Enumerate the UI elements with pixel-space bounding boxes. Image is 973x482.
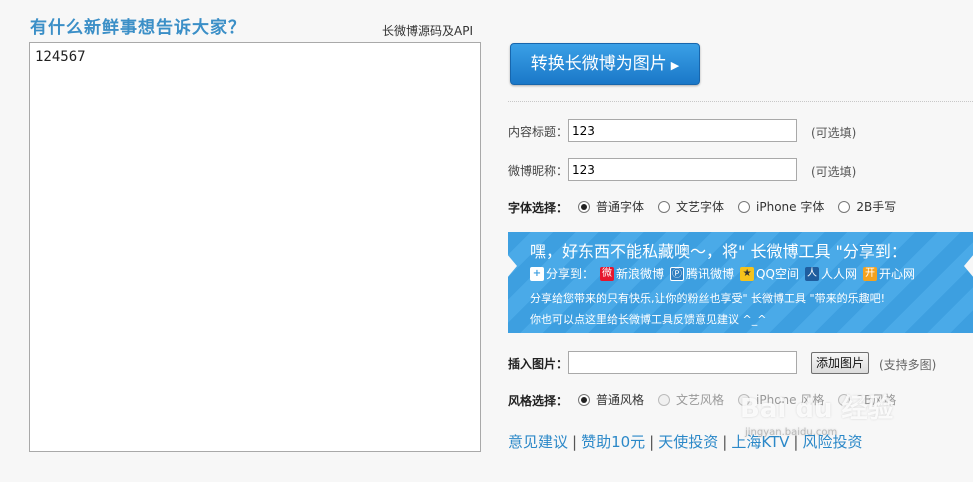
- plus-icon: +: [530, 266, 544, 281]
- radio-checked-icon: [578, 393, 590, 406]
- style-radio-group: 普通风格 文艺风格 iPhone 风格 2B风格: [578, 391, 910, 408]
- banner-notch: [964, 254, 973, 278]
- share-label: 分享到：: [546, 267, 595, 281]
- share-kaixin[interactable]: 开开心网: [862, 265, 915, 282]
- qzone-star-icon: ★: [740, 266, 755, 281]
- title-label: 内容标题：: [508, 125, 569, 139]
- font-option-literary[interactable]: 文艺字体: [658, 198, 724, 215]
- font-select-label: 字体选择：: [508, 201, 569, 215]
- link-separator: |: [649, 433, 655, 451]
- sina-weibo-icon: 微: [600, 266, 615, 281]
- radio-icon: [738, 393, 751, 406]
- divider: [508, 101, 973, 102]
- title-input[interactable]: [568, 119, 797, 142]
- add-image-button[interactable]: 添加图片: [811, 352, 870, 374]
- link-separator: |: [722, 433, 728, 451]
- footer-link-venture[interactable]: 风险投资: [802, 433, 862, 451]
- share-row: + 分享到： 微新浪微博 Ⓟ 腾讯微博 ★ QQ空间 人人人网 开开心网: [530, 265, 921, 282]
- options-panel: 转换长微博为图片▶ 内容标题： (可选填) 微博昵称： (可选填) 字体选择： …: [508, 0, 973, 482]
- nickname-label: 微博昵称：: [508, 164, 569, 178]
- triangle-right-icon: ▶: [670, 59, 680, 72]
- nickname-input[interactable]: [568, 158, 797, 181]
- font-radio-group: 普通字体 文艺字体 iPhone 字体 2B手写: [578, 198, 910, 215]
- tencent-weibo-icon: Ⓟ: [670, 266, 685, 281]
- share-tencent-weibo[interactable]: Ⓟ 腾讯微博: [670, 265, 734, 282]
- style-option-literary[interactable]: 文艺风格: [658, 391, 724, 408]
- radio-icon: [838, 200, 851, 213]
- feedback-link[interactable]: 你也可以点这里给长微博工具反馈意见建议 ^_^: [530, 311, 766, 327]
- compose-prompt: 有什么新鲜事想告诉大家？: [30, 18, 246, 38]
- title-optional-note: (可选填): [811, 126, 857, 140]
- font-option-normal[interactable]: 普通字体: [578, 198, 644, 215]
- radio-icon: [658, 200, 671, 213]
- weibo-content-textarea[interactable]: 124567: [29, 42, 481, 452]
- link-separator: |: [793, 433, 799, 451]
- share-banner: 嘿，好东西不能私藏噢～，将" 长微博工具 "分享到： + 分享到： 微新浪微博 …: [508, 232, 973, 333]
- nickname-optional-note: (可选填): [811, 165, 857, 179]
- image-path-input[interactable]: [568, 351, 797, 374]
- radio-icon: [838, 393, 851, 406]
- share-qzone[interactable]: ★ QQ空间: [740, 265, 799, 282]
- banner-notch: [508, 254, 517, 278]
- style-option-normal[interactable]: 普通风格: [578, 391, 644, 408]
- convert-to-image-button[interactable]: 转换长微博为图片 ▶: [510, 43, 700, 85]
- api-source-link[interactable]: 长微博源码及API: [382, 22, 473, 39]
- radio-icon: [658, 393, 671, 406]
- style-select-label: 风格选择：: [508, 394, 569, 408]
- radio-icon: [738, 200, 751, 213]
- footer-link-feedback[interactable]: 意见建议: [508, 433, 568, 451]
- insert-image-label: 插入图片：: [508, 357, 569, 371]
- footer-link-sponsor[interactable]: 赞助10元: [581, 433, 645, 451]
- font-option-2b[interactable]: 2B手写: [838, 198, 896, 215]
- banner-promo-line: 分享给您带来的只有快乐,让你的粉丝也享受" 长微博工具 "带来的乐趣吧!: [530, 292, 886, 305]
- convert-button-label: 转换长微博为图片: [530, 54, 667, 74]
- banner-title: 嘿，好东西不能私藏噢～，将" 长微博工具 "分享到：: [530, 242, 907, 261]
- footer-link-angel-invest[interactable]: 天使投资: [658, 433, 718, 451]
- radio-checked-icon: [578, 200, 590, 213]
- share-sina-weibo[interactable]: 微新浪微博: [600, 265, 664, 282]
- kaixin-icon: 开: [862, 266, 877, 281]
- share-renren[interactable]: 人人人网: [804, 265, 857, 282]
- link-separator: |: [572, 433, 578, 451]
- multi-image-note: (支持多图): [879, 358, 937, 372]
- font-option-iphone[interactable]: iPhone 字体: [738, 198, 824, 215]
- style-option-2b[interactable]: 2B风格: [838, 391, 896, 408]
- composer-panel: 有什么新鲜事想告诉大家？ 长微博源码及API 124567: [0, 0, 490, 482]
- footer-links: 意见建议 | 赞助10元 | 天使投资 | 上海KTV | 风险投资: [508, 431, 863, 452]
- footer-link-shanghai-ktv[interactable]: 上海KTV: [731, 433, 789, 451]
- renren-icon: 人: [804, 266, 819, 281]
- style-option-iphone[interactable]: iPhone 风格: [738, 391, 824, 408]
